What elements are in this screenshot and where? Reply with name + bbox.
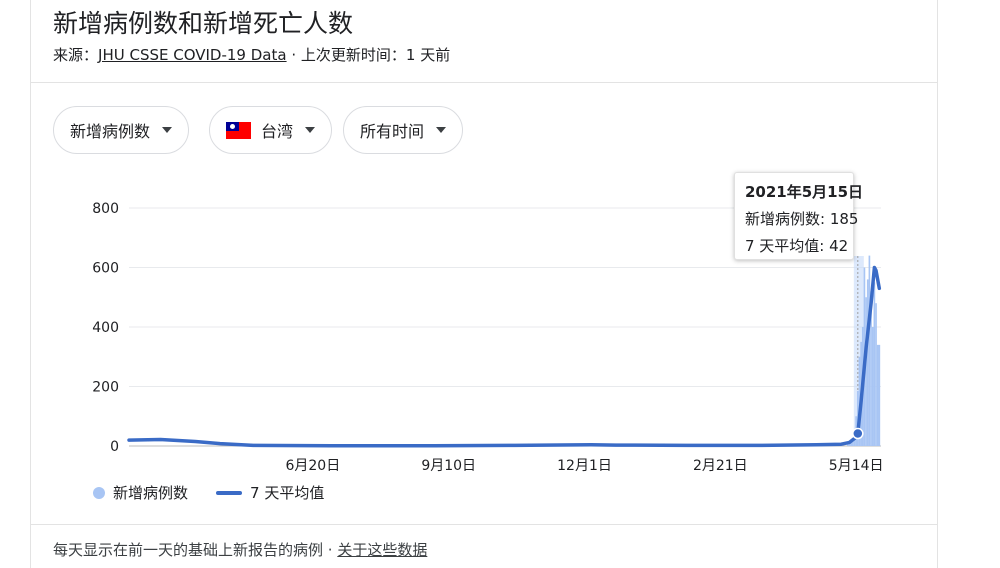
time-range-dropdown-label: 所有时间 — [360, 122, 425, 141]
bar-new-cases — [875, 303, 877, 446]
x-tick-label: 6月20日 — [285, 458, 340, 474]
legend-average-marker — [216, 490, 243, 495]
metric-dropdown[interactable]: 新增病例数 — [53, 106, 190, 154]
footer-divider — [31, 524, 937, 525]
chevron-down-icon — [305, 127, 316, 133]
source-link[interactable]: JHU CSSE COVID-19 Data — [98, 46, 287, 64]
y-tick-label: 200 — [92, 380, 119, 396]
chart-tooltip: 2021年5月15日 新增病例数: 185 7 天平均值: 42 — [734, 172, 864, 260]
legend-cases-marker — [93, 486, 105, 499]
region-dropdown[interactable]: 台湾 — [209, 106, 333, 154]
y-tick-label: 800 — [92, 201, 119, 217]
footer-note: 每天显示在前一天的基础上新报告的病例 · — [53, 541, 338, 559]
header-divider — [31, 82, 937, 83]
about-data-link[interactable]: 关于这些数据 — [337, 541, 427, 559]
x-tick-label: 12月1日 — [557, 458, 612, 474]
tooltip-cases: 新增病例数: 185 — [745, 210, 859, 228]
chart-card: 新增病例数和新增死亡人数 来源：JHU CSSE COVID-19 Data ·… — [30, 0, 938, 568]
x-tick-label: 9月10日 — [421, 458, 476, 474]
bar-new-cases — [871, 327, 874, 446]
bar-new-cases — [868, 255, 871, 446]
taiwan-flag-icon — [226, 121, 251, 139]
region-dropdown-label: 台湾 — [261, 122, 294, 141]
line-7day-average — [127, 265, 882, 448]
y-tick-label: 400 — [92, 320, 119, 336]
bar-new-cases — [866, 279, 869, 446]
chevron-down-icon — [162, 127, 173, 133]
source-prefix: 来源： — [53, 46, 99, 64]
time-range-dropdown[interactable]: 所有时间 — [343, 106, 464, 154]
legend-average-label: 7 天平均值 — [250, 484, 325, 502]
page-title: 新增病例数和新增死亡人数 — [53, 9, 354, 38]
bar-new-cases — [873, 282, 876, 446]
bar-new-cases — [878, 344, 881, 446]
tooltip-date: 2021年5月15日 — [745, 183, 864, 201]
source-updated: · 上次更新时间：1 天前 — [286, 46, 451, 64]
x-tick-label: 5月14日 — [829, 458, 884, 474]
y-tick-label: 600 — [92, 261, 119, 277]
chart-footer: 每天显示在前一天的基础上新报告的病例 · 关于这些数据 — [53, 539, 427, 560]
chart-legend: 新增病例数 7 天平均值 — [93, 482, 324, 503]
bar-new-cases — [876, 344, 879, 446]
data-source: 来源：JHU CSSE COVID-19 Data · 上次更新时间：1 天前 — [53, 44, 450, 65]
hover-point — [852, 427, 864, 440]
tooltip-average: 7 天平均值: 42 — [745, 237, 849, 255]
x-tick-label: 2月21日 — [693, 458, 748, 474]
chevron-down-icon — [436, 127, 447, 133]
y-tick-label: 0 — [110, 439, 119, 455]
legend-cases-label: 新增病例数 — [113, 484, 189, 502]
metric-dropdown-label: 新增病例数 — [70, 122, 151, 141]
